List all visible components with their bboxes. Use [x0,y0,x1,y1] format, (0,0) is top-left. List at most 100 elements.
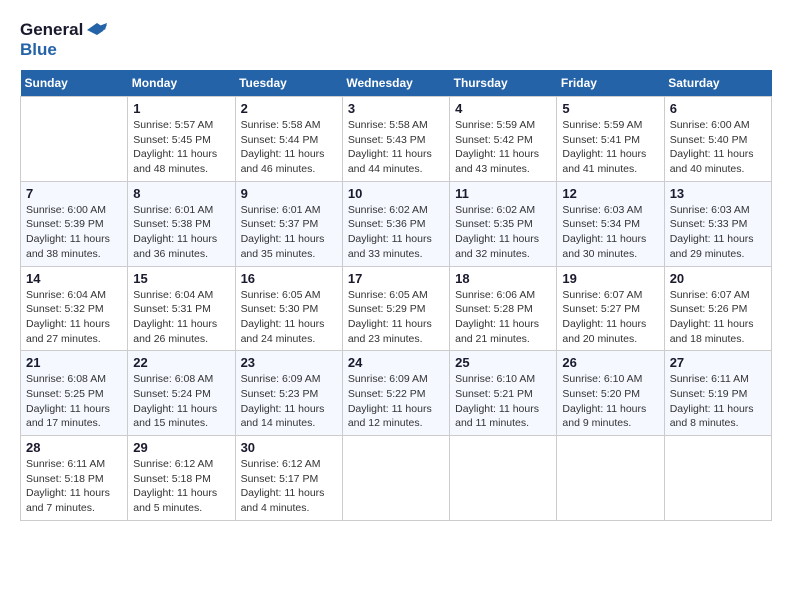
day-info: Sunrise: 6:04 AM Sunset: 5:32 PM Dayligh… [26,288,122,347]
day-number: 1 [133,101,229,116]
calendar-cell: 3Sunrise: 5:58 AM Sunset: 5:43 PM Daylig… [342,97,449,182]
day-number: 7 [26,186,122,201]
day-info: Sunrise: 6:04 AM Sunset: 5:31 PM Dayligh… [133,288,229,347]
day-info: Sunrise: 6:12 AM Sunset: 5:17 PM Dayligh… [241,457,337,516]
day-info: Sunrise: 6:02 AM Sunset: 5:36 PM Dayligh… [348,203,444,262]
day-number: 17 [348,271,444,286]
day-info: Sunrise: 6:02 AM Sunset: 5:35 PM Dayligh… [455,203,551,262]
day-info: Sunrise: 6:05 AM Sunset: 5:29 PM Dayligh… [348,288,444,347]
weekday-header-friday: Friday [557,70,664,97]
calendar-cell [664,436,771,521]
calendar-cell: 4 Sunrise: 5:59 AM Sunset: 5:42 PM Daylig… [450,97,557,182]
calendar-week-row: 7 Sunrise: 6:00 AM Sunset: 5:39 PM Daylig… [21,181,772,266]
day-number: 15 [133,271,229,286]
day-number: 24 [348,355,444,370]
day-number: 16 [241,271,337,286]
day-number: 12 [562,186,658,201]
calendar-cell: 18Sunrise: 6:06 AM Sunset: 5:28 PM Dayli… [450,266,557,351]
calendar-cell: 2 Sunrise: 5:58 AM Sunset: 5:44 PM Daylig… [235,97,342,182]
calendar-cell: 6Sunrise: 6:00 AM Sunset: 5:40 PM Daylig… [664,97,771,182]
calendar-cell: 24Sunrise: 6:09 AM Sunset: 5:22 PM Dayli… [342,351,449,436]
logo-bird-icon [85,21,107,39]
day-number: 23 [241,355,337,370]
day-info: Sunrise: 5:58 AM Sunset: 5:43 PM Dayligh… [348,118,444,177]
calendar-cell: 7 Sunrise: 6:00 AM Sunset: 5:39 PM Daylig… [21,181,128,266]
day-number: 9 [241,186,337,201]
logo-general: General [20,20,83,40]
day-info: Sunrise: 6:12 AM Sunset: 5:18 PM Dayligh… [133,457,229,516]
day-info: Sunrise: 6:05 AM Sunset: 5:30 PM Dayligh… [241,288,337,347]
day-info: Sunrise: 5:57 AM Sunset: 5:45 PM Dayligh… [133,118,229,177]
day-info: Sunrise: 6:00 AM Sunset: 5:40 PM Dayligh… [670,118,766,177]
day-number: 20 [670,271,766,286]
weekday-header-sunday: Sunday [21,70,128,97]
calendar-cell: 29 Sunrise: 6:12 AM Sunset: 5:18 PM Dayli… [128,436,235,521]
calendar-cell [21,97,128,182]
day-info: Sunrise: 6:03 AM Sunset: 5:33 PM Dayligh… [670,203,766,262]
calendar-cell: 9 Sunrise: 6:01 AM Sunset: 5:37 PM Daylig… [235,181,342,266]
calendar-cell: 13 Sunrise: 6:03 AM Sunset: 5:33 PM Dayli… [664,181,771,266]
calendar-cell: 21 Sunrise: 6:08 AM Sunset: 5:25 PM Dayli… [21,351,128,436]
calendar-cell: 25 Sunrise: 6:10 AM Sunset: 5:21 PM Dayli… [450,351,557,436]
day-info: Sunrise: 6:03 AM Sunset: 5:34 PM Dayligh… [562,203,658,262]
day-info: Sunrise: 6:07 AM Sunset: 5:26 PM Dayligh… [670,288,766,347]
day-number: 25 [455,355,551,370]
day-info: Sunrise: 6:08 AM Sunset: 5:25 PM Dayligh… [26,372,122,431]
logo-blue: Blue [20,40,57,60]
calendar-cell [450,436,557,521]
calendar-cell: 28Sunrise: 6:11 AM Sunset: 5:18 PM Dayli… [21,436,128,521]
day-info: Sunrise: 6:10 AM Sunset: 5:20 PM Dayligh… [562,372,658,431]
calendar-cell: 17 Sunrise: 6:05 AM Sunset: 5:29 PM Dayli… [342,266,449,351]
calendar-cell: 26 Sunrise: 6:10 AM Sunset: 5:20 PM Dayli… [557,351,664,436]
day-number: 5 [562,101,658,116]
calendar-cell: 30Sunrise: 6:12 AM Sunset: 5:17 PM Dayli… [235,436,342,521]
day-number: 14 [26,271,122,286]
day-info: Sunrise: 5:59 AM Sunset: 5:41 PM Dayligh… [562,118,658,177]
weekday-header-row: SundayMondayTuesdayWednesdayThursdayFrid… [21,70,772,97]
calendar-cell: 11 Sunrise: 6:02 AM Sunset: 5:35 PM Dayli… [450,181,557,266]
calendar-cell: 5 Sunrise: 5:59 AM Sunset: 5:41 PM Daylig… [557,97,664,182]
day-info: Sunrise: 5:59 AM Sunset: 5:42 PM Dayligh… [455,118,551,177]
day-number: 19 [562,271,658,286]
day-number: 13 [670,186,766,201]
calendar-week-row: 14 Sunrise: 6:04 AM Sunset: 5:32 PM Dayli… [21,266,772,351]
day-info: Sunrise: 6:07 AM Sunset: 5:27 PM Dayligh… [562,288,658,347]
weekday-header-thursday: Thursday [450,70,557,97]
day-number: 2 [241,101,337,116]
calendar-table: SundayMondayTuesdayWednesdayThursdayFrid… [20,70,772,521]
day-info: Sunrise: 6:00 AM Sunset: 5:39 PM Dayligh… [26,203,122,262]
day-info: Sunrise: 5:58 AM Sunset: 5:44 PM Dayligh… [241,118,337,177]
day-number: 8 [133,186,229,201]
page-header: General Blue [20,20,772,60]
calendar-cell: 12 Sunrise: 6:03 AM Sunset: 5:34 PM Dayli… [557,181,664,266]
calendar-cell: 22Sunrise: 6:08 AM Sunset: 5:24 PM Dayli… [128,351,235,436]
calendar-week-row: 1 Sunrise: 5:57 AM Sunset: 5:45 PM Daylig… [21,97,772,182]
calendar-cell: 1 Sunrise: 5:57 AM Sunset: 5:45 PM Daylig… [128,97,235,182]
day-info: Sunrise: 6:01 AM Sunset: 5:38 PM Dayligh… [133,203,229,262]
weekday-header-saturday: Saturday [664,70,771,97]
calendar-cell: 27 Sunrise: 6:11 AM Sunset: 5:19 PM Dayli… [664,351,771,436]
day-number: 11 [455,186,551,201]
calendar-cell: 14 Sunrise: 6:04 AM Sunset: 5:32 PM Dayli… [21,266,128,351]
weekday-header-monday: Monday [128,70,235,97]
day-number: 21 [26,355,122,370]
calendar-week-row: 28Sunrise: 6:11 AM Sunset: 5:18 PM Dayli… [21,436,772,521]
logo-container: General Blue [20,20,107,60]
logo: General Blue [20,20,107,60]
day-number: 4 [455,101,551,116]
day-info: Sunrise: 6:09 AM Sunset: 5:23 PM Dayligh… [241,372,337,431]
day-info: Sunrise: 6:06 AM Sunset: 5:28 PM Dayligh… [455,288,551,347]
calendar-cell: 8 Sunrise: 6:01 AM Sunset: 5:38 PM Daylig… [128,181,235,266]
day-info: Sunrise: 6:11 AM Sunset: 5:19 PM Dayligh… [670,372,766,431]
calendar-cell: 15 Sunrise: 6:04 AM Sunset: 5:31 PM Dayli… [128,266,235,351]
calendar-cell: 16 Sunrise: 6:05 AM Sunset: 5:30 PM Dayli… [235,266,342,351]
calendar-cell: 19 Sunrise: 6:07 AM Sunset: 5:27 PM Dayli… [557,266,664,351]
day-info: Sunrise: 6:10 AM Sunset: 5:21 PM Dayligh… [455,372,551,431]
calendar-cell [342,436,449,521]
day-info: Sunrise: 6:01 AM Sunset: 5:37 PM Dayligh… [241,203,337,262]
calendar-week-row: 21 Sunrise: 6:08 AM Sunset: 5:25 PM Dayli… [21,351,772,436]
day-number: 26 [562,355,658,370]
weekday-header-wednesday: Wednesday [342,70,449,97]
day-number: 27 [670,355,766,370]
day-number: 29 [133,440,229,455]
